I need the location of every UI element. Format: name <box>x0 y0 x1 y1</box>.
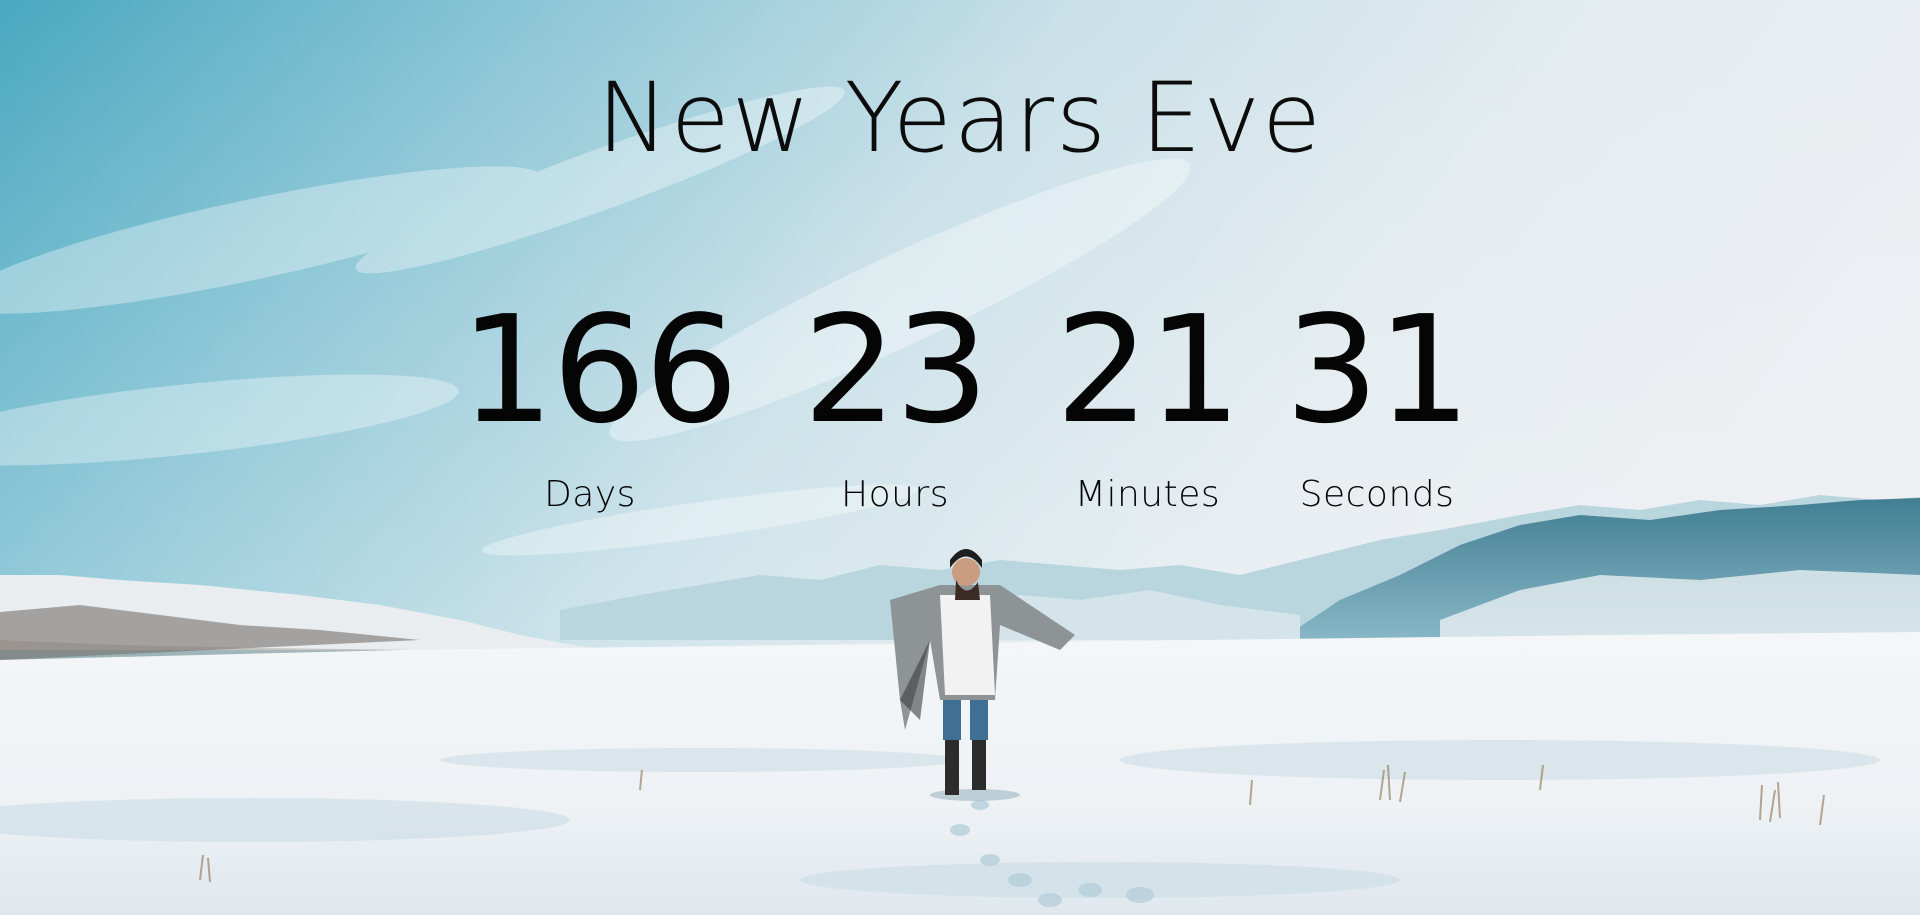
minutes-value: 21 <box>1055 284 1241 456</box>
seconds-value: 31 <box>1284 284 1471 456</box>
countdown-seconds: 31 Seconds <box>1262 296 1492 515</box>
days-label: Days <box>544 474 636 515</box>
countdown-days: 166 Days <box>460 284 739 515</box>
countdown-timer: 166 Days 23 Hours 21 Minutes 31 Seconds <box>0 0 1920 915</box>
hours-label: Hours <box>841 474 949 515</box>
minutes-label: Minutes <box>1074 474 1221 515</box>
hours-value: 23 <box>802 284 989 456</box>
seconds-label: Seconds <box>1299 474 1455 515</box>
days-value: 166 <box>460 284 739 456</box>
countdown-page: New Years Eve 166 Days 23 Hours 21 Minut… <box>0 0 1920 915</box>
countdown-minutes: 21 Minutes <box>1030 296 1265 515</box>
content-overlay: New Years Eve 166 Days 23 Hours 21 Minut… <box>0 0 1920 915</box>
countdown-hours: 23 Hours <box>770 296 1020 515</box>
